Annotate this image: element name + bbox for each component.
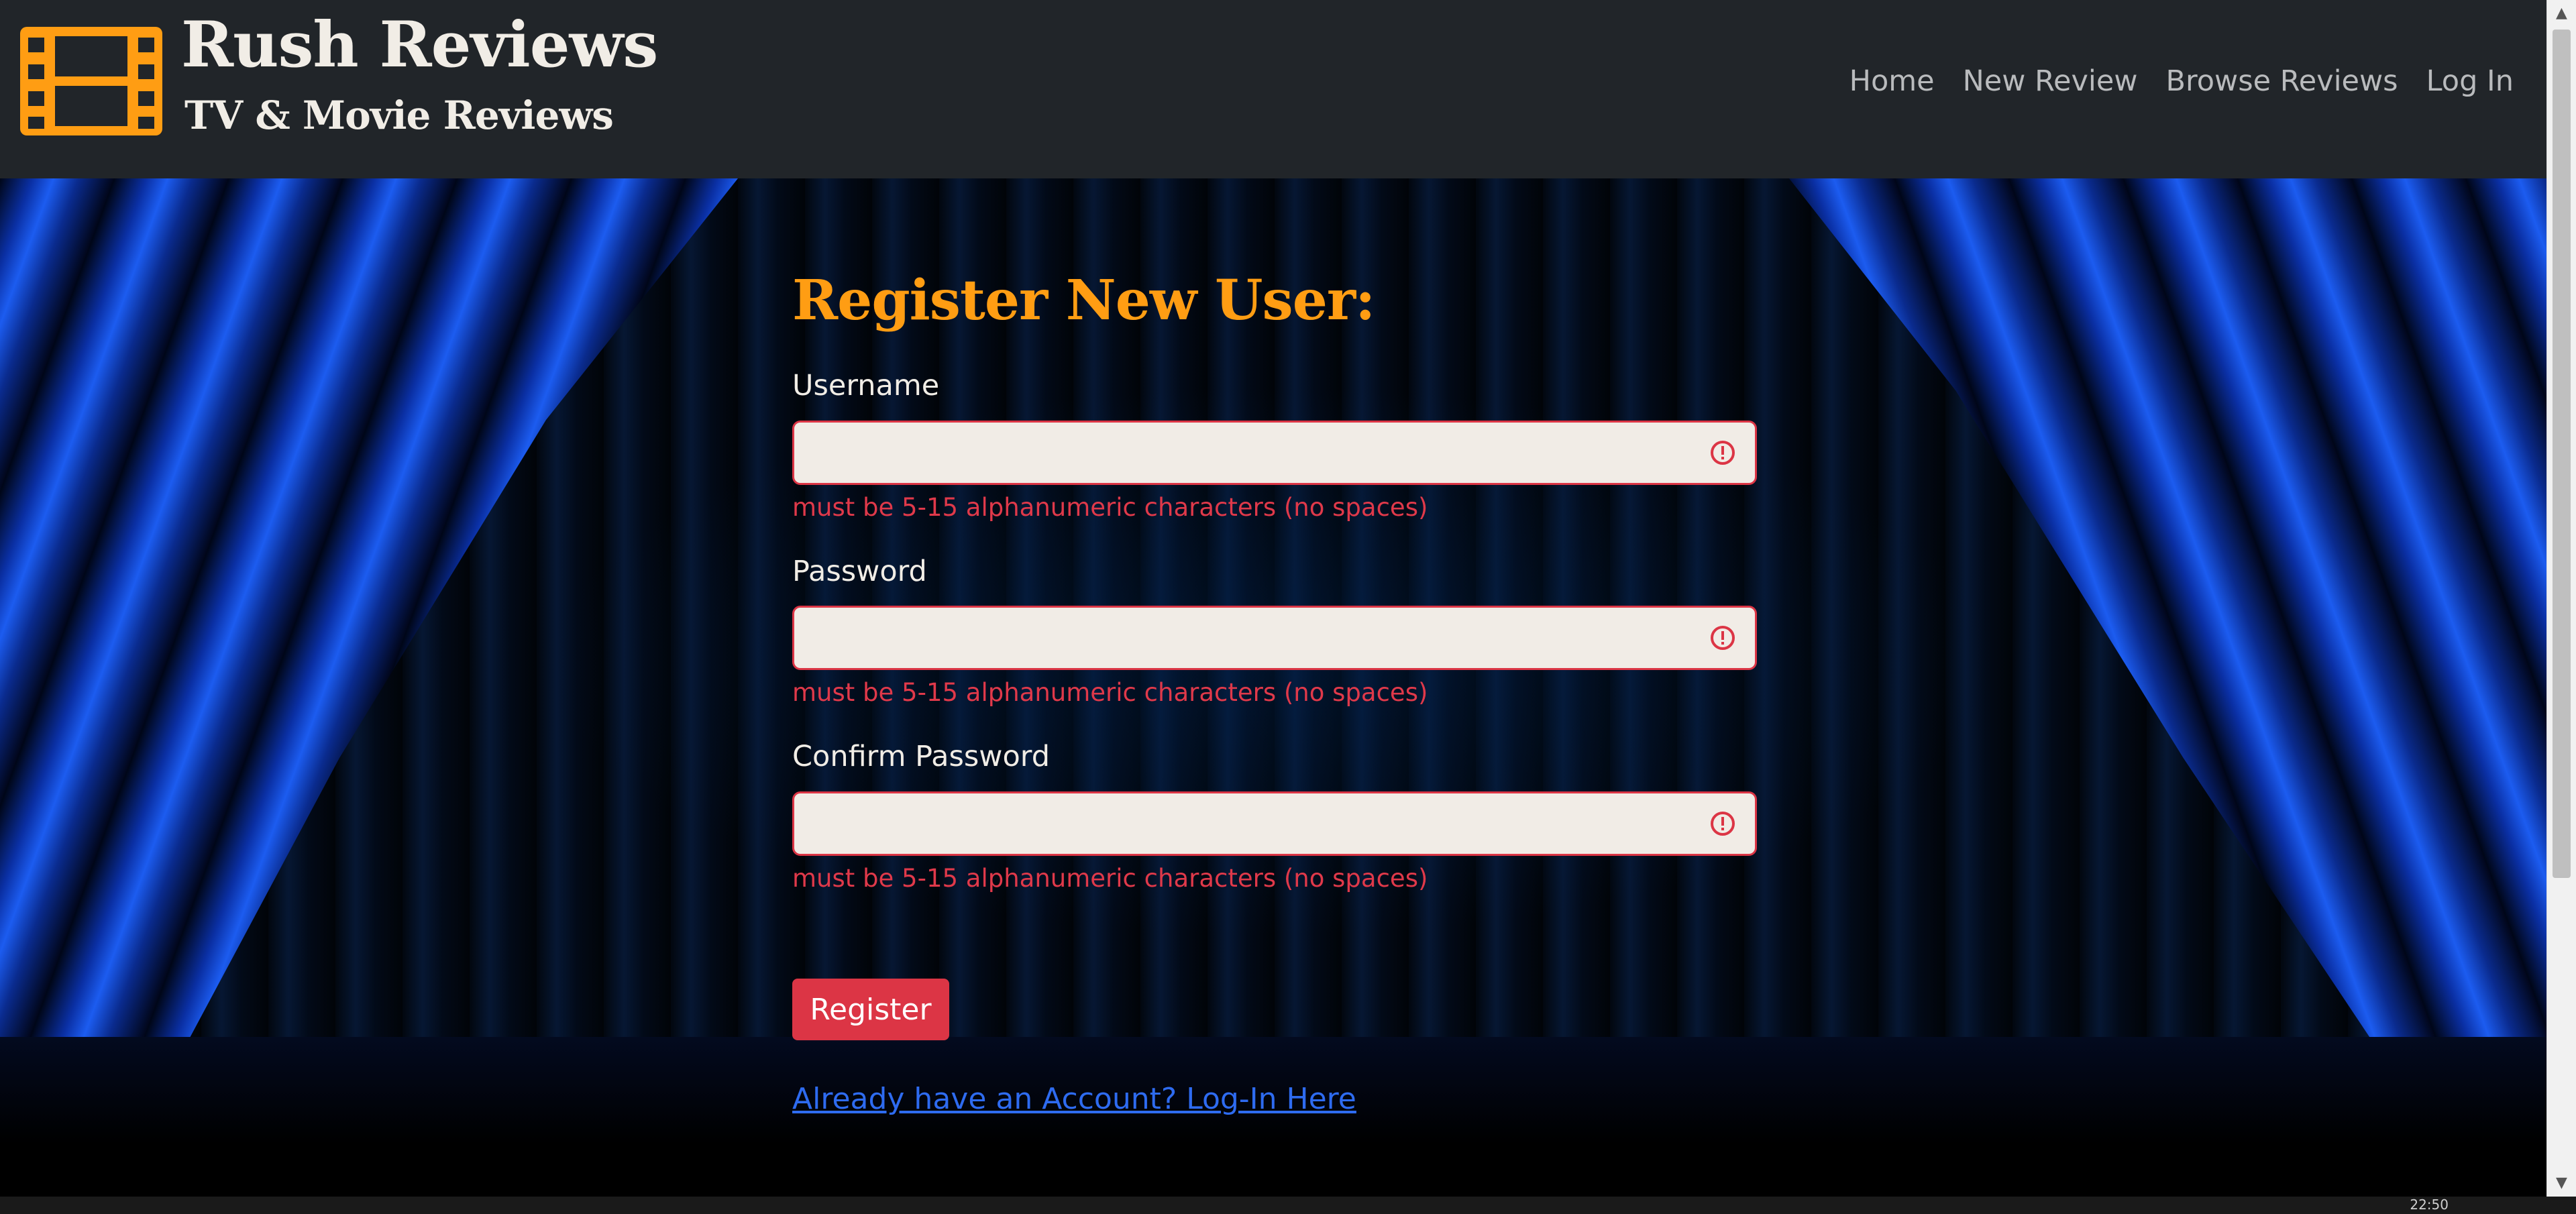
error-icon <box>1711 441 1735 465</box>
film-strip-icon[interactable] <box>20 27 162 135</box>
nav-log-in[interactable]: Log In <box>2426 64 2514 98</box>
nav-links: Home New Review Browse Reviews Log In <box>1849 64 2514 98</box>
scroll-thumb[interactable] <box>2553 30 2571 878</box>
username-label: Username <box>792 369 940 402</box>
confirm-password-field[interactable] <box>792 791 1757 856</box>
form-title: Register New User: <box>792 268 1375 333</box>
error-icon <box>1711 626 1735 650</box>
username-error: must be 5-15 alphanumeric characters (no… <box>792 493 1428 522</box>
login-link[interactable]: Already have an Account? Log-In Here <box>792 1082 1356 1116</box>
username-input[interactable] <box>794 423 1755 483</box>
confirm-password-label: Confirm Password <box>792 740 1050 773</box>
confirm-password-input[interactable] <box>794 793 1755 854</box>
scroll-up-arrow-icon[interactable]: ▲ <box>2547 0 2576 27</box>
username-field[interactable] <box>792 421 1757 485</box>
password-input[interactable] <box>794 608 1755 668</box>
navbar: Rush Reviews TV & Movie Reviews Home New… <box>0 0 2547 178</box>
nav-browse-reviews[interactable]: Browse Reviews <box>2166 64 2398 98</box>
scroll-down-arrow-icon[interactable]: ▼ <box>2547 1170 2576 1197</box>
page-scrollbar[interactable]: ▲ ▼ <box>2546 0 2576 1197</box>
nav-home[interactable]: Home <box>1849 64 1935 98</box>
error-icon <box>1711 812 1735 836</box>
nav-new-review[interactable]: New Review <box>1963 64 2138 98</box>
page-bottom <box>0 1144 2547 1197</box>
curtain-right <box>1789 178 2547 1144</box>
curtain-left <box>0 178 738 1144</box>
brand-title[interactable]: Rush Reviews <box>181 8 658 82</box>
password-field[interactable] <box>792 606 1757 670</box>
password-error: must be 5-15 alphanumeric characters (no… <box>792 678 1428 707</box>
password-label: Password <box>792 555 927 588</box>
taskbar: 22:50 <box>0 1197 2576 1214</box>
taskbar-clock: 22:50 <box>2410 1197 2449 1213</box>
confirm-password-error: must be 5-15 alphanumeric characters (no… <box>792 864 1428 893</box>
register-button[interactable]: Register <box>792 979 949 1040</box>
brand-subtitle: TV & Movie Reviews <box>184 93 614 138</box>
